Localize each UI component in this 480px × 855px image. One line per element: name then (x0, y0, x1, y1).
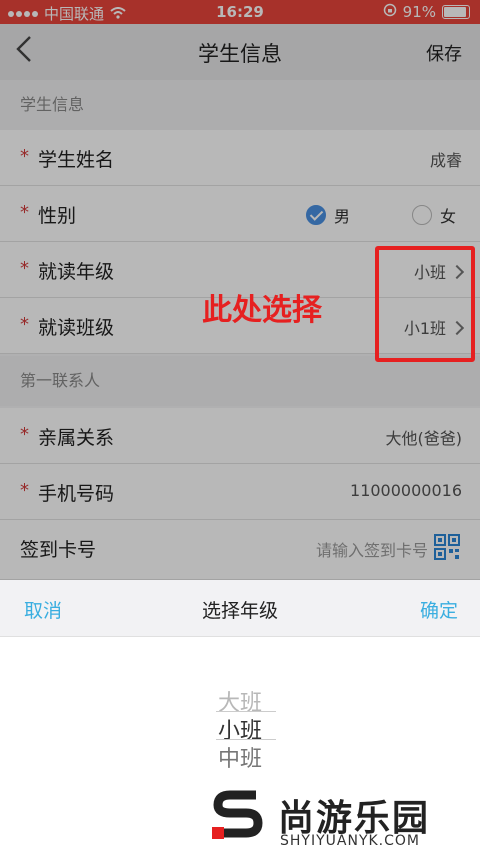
picker-selection-line (216, 739, 276, 740)
picker-title: 选择年级 (201, 600, 278, 622)
annotation-label: 此处选择 (202, 293, 322, 328)
picker-confirm-button[interactable]: 确定 (420, 596, 458, 623)
watermark-subtitle: SHYIYUANYK.COM (280, 833, 420, 849)
picker-toolbar: 取消 选择年级 确定 (0, 580, 480, 637)
watermark: 尚游乐园 SHYIYUANYK.COM (200, 785, 480, 855)
watermark-logo-icon (212, 790, 263, 839)
annotation-highlight-box (375, 246, 475, 362)
picker-option[interactable]: 中班 (0, 741, 480, 773)
picker-selection-line (216, 711, 276, 712)
